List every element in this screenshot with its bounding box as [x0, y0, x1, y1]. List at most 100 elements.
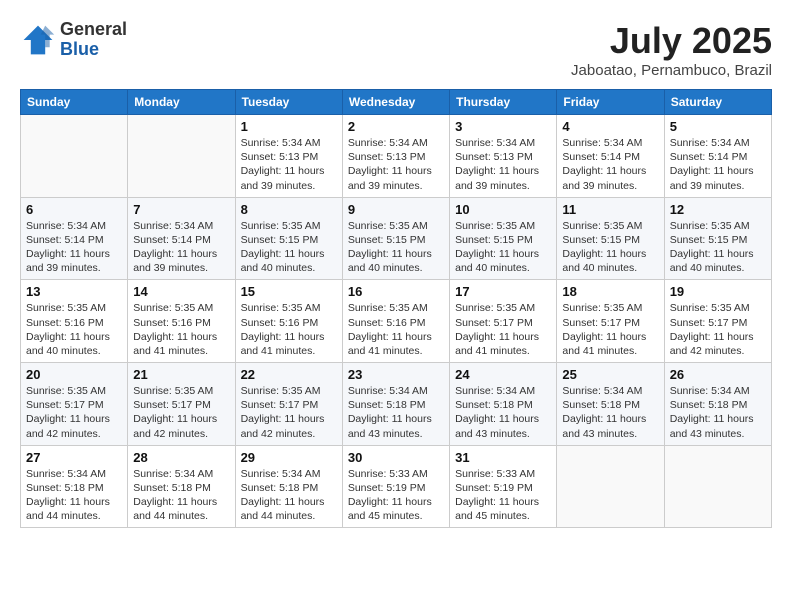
day-info: Sunrise: 5:35 AM Sunset: 5:17 PM Dayligh… — [455, 301, 551, 358]
day-info: Sunrise: 5:34 AM Sunset: 5:14 PM Dayligh… — [26, 219, 122, 276]
day-info: Sunrise: 5:35 AM Sunset: 5:16 PM Dayligh… — [348, 301, 444, 358]
calendar-cell: 25Sunrise: 5:34 AM Sunset: 5:18 PM Dayli… — [557, 363, 664, 446]
day-info: Sunrise: 5:34 AM Sunset: 5:13 PM Dayligh… — [348, 136, 444, 193]
day-info: Sunrise: 5:35 AM Sunset: 5:17 PM Dayligh… — [26, 384, 122, 441]
day-info: Sunrise: 5:34 AM Sunset: 5:14 PM Dayligh… — [133, 219, 229, 276]
calendar-location: Jaboatao, Pernambuco, Brazil — [571, 62, 772, 79]
logo-text: General Blue — [60, 20, 127, 60]
day-number: 21 — [133, 367, 229, 382]
day-number: 7 — [133, 202, 229, 217]
calendar-week-5: 27 Sunrise: 5:34 AM Sunset: 5:18 PM Dayli… — [21, 445, 772, 528]
day-info: Sunrise: 5:35 AM Sunset: 5:17 PM Dayligh… — [133, 384, 229, 441]
day-header-monday: Monday — [128, 90, 235, 115]
calendar-cell: 27 Sunrise: 5:34 AM Sunset: 5:18 PM Dayli… — [21, 445, 128, 528]
day-info: Sunrise: 5:35 AM Sunset: 5:15 PM Dayligh… — [455, 219, 551, 276]
logo-blue: Blue — [60, 39, 99, 59]
day-number: 26 — [670, 367, 766, 382]
calendar-cell: 31 Sunrise: 5:33 AM Sunset: 5:19 PM Dayli… — [450, 445, 557, 528]
logo: General Blue — [20, 20, 127, 60]
day-number: 1 — [241, 119, 337, 134]
calendar-cell: 12 Sunrise: 5:35 AM Sunset: 5:15 PM Dayli… — [664, 197, 771, 280]
day-header-sunday: Sunday — [21, 90, 128, 115]
calendar-cell: 2Sunrise: 5:34 AM Sunset: 5:13 PM Daylig… — [342, 115, 449, 198]
logo-general: General — [60, 19, 127, 39]
day-number: 9 — [348, 202, 444, 217]
day-info: Sunrise: 5:34 AM Sunset: 5:18 PM Dayligh… — [26, 467, 122, 524]
day-info: Sunrise: 5:33 AM Sunset: 5:19 PM Dayligh… — [455, 467, 551, 524]
day-info: Sunrise: 5:35 AM Sunset: 5:16 PM Dayligh… — [133, 301, 229, 358]
calendar-cell: 10 Sunrise: 5:35 AM Sunset: 5:15 PM Dayli… — [450, 197, 557, 280]
calendar-cell: 21 Sunrise: 5:35 AM Sunset: 5:17 PM Dayli… — [128, 363, 235, 446]
day-number: 12 — [670, 202, 766, 217]
day-number: 24 — [455, 367, 551, 382]
calendar-cell: 13Sunrise: 5:35 AM Sunset: 5:16 PM Dayli… — [21, 280, 128, 363]
day-info: Sunrise: 5:34 AM Sunset: 5:18 PM Dayligh… — [241, 467, 337, 524]
day-header-thursday: Thursday — [450, 90, 557, 115]
calendar-cell: 4Sunrise: 5:34 AM Sunset: 5:14 PM Daylig… — [557, 115, 664, 198]
day-info: Sunrise: 5:34 AM Sunset: 5:18 PM Dayligh… — [562, 384, 658, 441]
day-info: Sunrise: 5:35 AM Sunset: 5:15 PM Dayligh… — [348, 219, 444, 276]
day-number: 22 — [241, 367, 337, 382]
day-number: 6 — [26, 202, 122, 217]
calendar-week-4: 20 Sunrise: 5:35 AM Sunset: 5:17 PM Dayli… — [21, 363, 772, 446]
logo-icon — [20, 22, 56, 58]
calendar-cell: 29 Sunrise: 5:34 AM Sunset: 5:18 PM Dayli… — [235, 445, 342, 528]
calendar-cell: 3 Sunrise: 5:34 AM Sunset: 5:13 PM Daylig… — [450, 115, 557, 198]
calendar-cell: 22Sunrise: 5:35 AM Sunset: 5:17 PM Dayli… — [235, 363, 342, 446]
day-number: 15 — [241, 284, 337, 299]
calendar-cell: 8 Sunrise: 5:35 AM Sunset: 5:15 PM Daylig… — [235, 197, 342, 280]
calendar-cell: 24 Sunrise: 5:34 AM Sunset: 5:18 PM Dayli… — [450, 363, 557, 446]
day-number: 18 — [562, 284, 658, 299]
day-header-friday: Friday — [557, 90, 664, 115]
day-number: 30 — [348, 450, 444, 465]
day-info: Sunrise: 5:34 AM Sunset: 5:18 PM Dayligh… — [348, 384, 444, 441]
calendar-cell: 6 Sunrise: 5:34 AM Sunset: 5:14 PM Daylig… — [21, 197, 128, 280]
day-info: Sunrise: 5:34 AM Sunset: 5:14 PM Dayligh… — [670, 136, 766, 193]
day-number: 31 — [455, 450, 551, 465]
day-number: 11 — [562, 202, 658, 217]
day-info: Sunrise: 5:34 AM Sunset: 5:18 PM Dayligh… — [133, 467, 229, 524]
calendar-week-2: 6 Sunrise: 5:34 AM Sunset: 5:14 PM Daylig… — [21, 197, 772, 280]
day-number: 5 — [670, 119, 766, 134]
calendar-cell: 19 Sunrise: 5:35 AM Sunset: 5:17 PM Dayli… — [664, 280, 771, 363]
day-number: 20 — [26, 367, 122, 382]
calendar-cell: 9 Sunrise: 5:35 AM Sunset: 5:15 PM Daylig… — [342, 197, 449, 280]
day-number: 3 — [455, 119, 551, 134]
day-info: Sunrise: 5:35 AM Sunset: 5:15 PM Dayligh… — [562, 219, 658, 276]
day-info: Sunrise: 5:35 AM Sunset: 5:15 PM Dayligh… — [241, 219, 337, 276]
day-number: 10 — [455, 202, 551, 217]
day-info: Sunrise: 5:34 AM Sunset: 5:13 PM Dayligh… — [455, 136, 551, 193]
calendar-cell: 20 Sunrise: 5:35 AM Sunset: 5:17 PM Dayli… — [21, 363, 128, 446]
day-info: Sunrise: 5:34 AM Sunset: 5:13 PM Dayligh… — [241, 136, 337, 193]
calendar-table: SundayMondayTuesdayWednesdayThursdayFrid… — [20, 89, 772, 528]
calendar-cell: 18Sunrise: 5:35 AM Sunset: 5:17 PM Dayli… — [557, 280, 664, 363]
calendar-cell — [664, 445, 771, 528]
title-block: July 2025 Jaboatao, Pernambuco, Brazil — [571, 20, 772, 79]
calendar-cell: 23 Sunrise: 5:34 AM Sunset: 5:18 PM Dayli… — [342, 363, 449, 446]
day-info: Sunrise: 5:34 AM Sunset: 5:18 PM Dayligh… — [455, 384, 551, 441]
day-info: Sunrise: 5:35 AM Sunset: 5:16 PM Dayligh… — [241, 301, 337, 358]
calendar-cell — [128, 115, 235, 198]
day-header-saturday: Saturday — [664, 90, 771, 115]
calendar-week-1: 1 Sunrise: 5:34 AM Sunset: 5:13 PM Daylig… — [21, 115, 772, 198]
day-info: Sunrise: 5:35 AM Sunset: 5:17 PM Dayligh… — [670, 301, 766, 358]
day-number: 19 — [670, 284, 766, 299]
day-info: Sunrise: 5:34 AM Sunset: 5:14 PM Dayligh… — [562, 136, 658, 193]
calendar-title: July 2025 — [571, 20, 772, 62]
day-info: Sunrise: 5:35 AM Sunset: 5:15 PM Dayligh… — [670, 219, 766, 276]
day-number: 28 — [133, 450, 229, 465]
page-header: General Blue July 2025 Jaboatao, Pernamb… — [20, 20, 772, 79]
day-info: Sunrise: 5:33 AM Sunset: 5:19 PM Dayligh… — [348, 467, 444, 524]
day-info: Sunrise: 5:34 AM Sunset: 5:18 PM Dayligh… — [670, 384, 766, 441]
day-number: 16 — [348, 284, 444, 299]
day-header-wednesday: Wednesday — [342, 90, 449, 115]
day-number: 29 — [241, 450, 337, 465]
day-number: 8 — [241, 202, 337, 217]
day-number: 14 — [133, 284, 229, 299]
calendar-header-row: SundayMondayTuesdayWednesdayThursdayFrid… — [21, 90, 772, 115]
calendar-cell: 26 Sunrise: 5:34 AM Sunset: 5:18 PM Dayli… — [664, 363, 771, 446]
day-number: 27 — [26, 450, 122, 465]
calendar-cell: 17Sunrise: 5:35 AM Sunset: 5:17 PM Dayli… — [450, 280, 557, 363]
day-number: 23 — [348, 367, 444, 382]
calendar-cell: 14 Sunrise: 5:35 AM Sunset: 5:16 PM Dayli… — [128, 280, 235, 363]
